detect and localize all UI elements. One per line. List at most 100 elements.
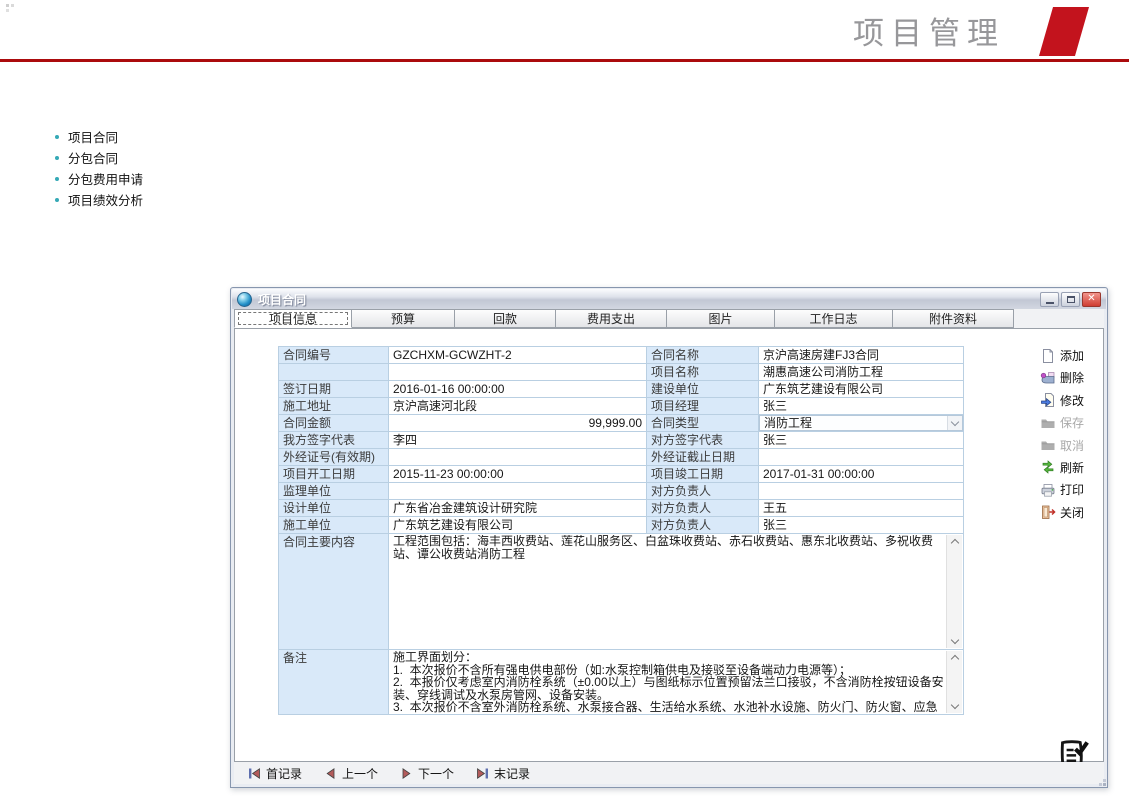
tab-expense[interactable]: 费用支出: [556, 309, 667, 328]
supervisor-field[interactable]: [389, 483, 647, 500]
field-label: 合同金额: [279, 415, 389, 432]
table-row: 合同金额 99,999.00 合同类型 消防工程: [279, 415, 964, 432]
scroll-down-button[interactable]: [947, 635, 962, 648]
maximize-button[interactable]: [1061, 292, 1080, 307]
site-address-field[interactable]: 京沪高速河北段: [389, 398, 647, 415]
table-row: 项目开工日期 2015-11-23 00:00:00 项目竣工日期 2017-0…: [279, 466, 964, 483]
field-label: 合同类型: [647, 415, 759, 432]
our-signer-field[interactable]: 李四: [389, 432, 647, 449]
scroll-up-button[interactable]: [947, 535, 962, 548]
nav-link-performance[interactable]: 项目绩效分析: [55, 189, 143, 210]
action-label: 刷新: [1060, 459, 1084, 476]
last-record-button[interactable]: 末记录: [476, 765, 530, 782]
their-signer-field[interactable]: 张三: [759, 432, 964, 449]
delete-icon: [1040, 370, 1056, 386]
contract-name-field[interactable]: 京沪高速房建FJ3合同: [759, 347, 964, 364]
tab-pictures[interactable]: 图片: [667, 309, 775, 328]
their-contact-field[interactable]: [759, 483, 964, 500]
project-manager-field[interactable]: 张三: [759, 398, 964, 415]
their-contact-field[interactable]: 张三: [759, 517, 964, 534]
previous-record-icon: [324, 767, 337, 780]
sign-date-field[interactable]: 2016-01-16 00:00:00: [389, 381, 647, 398]
table-row: 项目名称 潮惠高速公司消防工程: [279, 364, 964, 381]
print-icon: [1040, 482, 1056, 498]
scroll-up-button[interactable]: [947, 651, 962, 664]
remark-text: 施工界面划分： 1. 本次报价不含所有强电供电部份（如:水泵控制箱供电及接驳至设…: [393, 651, 945, 713]
chevron-down-icon: [951, 418, 959, 426]
field-label: 建设单位: [647, 381, 759, 398]
field-label: 合同名称: [647, 347, 759, 364]
tab-content-panel: 合同编号 GZCHXM-GCWZHT-2 合同名称 京沪高速房建FJ3合同 项目…: [234, 328, 1104, 762]
nav-link-subcontract-fee[interactable]: 分包费用申请: [55, 168, 143, 189]
field-label: 施工地址: [279, 398, 389, 415]
permit-end-field[interactable]: [759, 449, 964, 466]
design-unit-field[interactable]: 广东省冶金建筑设计研究院: [389, 500, 647, 517]
modify-button[interactable]: 修改: [1040, 392, 1122, 409]
field-label: 项目竣工日期: [647, 466, 759, 483]
main-content-box[interactable]: 工程范围包括：海丰西收费站、莲花山服务区、白盆珠收费站、赤石收费站、惠东北收费站…: [389, 534, 964, 650]
tab-bar: 项目信息 预算 回款 费用支出 图片 工作日志 附件资料: [234, 309, 1104, 328]
first-record-button[interactable]: 首记录: [248, 765, 302, 782]
next-record-icon: [400, 767, 413, 780]
page-title: 项目管理: [853, 8, 1005, 53]
resize-grip[interactable]: [1103, 783, 1106, 786]
close-icon: ✕: [1087, 294, 1095, 304]
empty-field[interactable]: [389, 364, 647, 381]
tab-attachments[interactable]: 附件资料: [893, 309, 1014, 328]
field-label: 施工单位: [279, 517, 389, 534]
window-body: 项目信息 预算 回款 费用支出 图片 工作日志 附件资料 合同编号 GZCHXM…: [234, 309, 1104, 784]
their-contact-field[interactable]: 王五: [759, 500, 964, 517]
contract-type-select[interactable]: 消防工程: [759, 415, 963, 431]
dropdown-button[interactable]: [947, 416, 962, 430]
builder-field[interactable]: 广东筑艺建设有限公司: [759, 381, 964, 398]
brand-red-shape: [1039, 7, 1089, 56]
contract-type-value: 消防工程: [764, 416, 947, 430]
start-date-field[interactable]: 2015-11-23 00:00:00: [389, 466, 647, 483]
field-label: 外经证截止日期: [647, 449, 759, 466]
finish-date-field[interactable]: 2017-01-31 00:00:00: [759, 466, 964, 483]
table-row: 施工单位 广东筑艺建设有限公司 对方负责人 张三: [279, 517, 964, 534]
cancel-button: 取消: [1040, 437, 1122, 454]
tab-budget[interactable]: 预算: [352, 309, 455, 328]
close-window-button[interactable]: 关闭: [1040, 504, 1122, 521]
construction-unit-field[interactable]: 广东筑艺建设有限公司: [389, 517, 647, 534]
action-label: 打印: [1060, 481, 1084, 498]
nav-link-label: 项目合同: [68, 127, 118, 146]
close-button[interactable]: ✕: [1082, 292, 1101, 307]
field-label: 设计单位: [279, 500, 389, 517]
corner-artifact: [6, 4, 9, 7]
remark-box[interactable]: 施工界面划分： 1. 本次报价不含所有强电供电部份（如:水泵控制箱供电及接驳至设…: [389, 650, 964, 715]
refresh-button[interactable]: 刷新: [1040, 459, 1122, 476]
action-label: 保存: [1060, 414, 1084, 431]
nav-link-project-contract[interactable]: 项目合同: [55, 126, 143, 147]
chevron-down-icon: [950, 636, 958, 644]
minimize-button[interactable]: [1040, 292, 1059, 307]
tab-payment[interactable]: 回款: [455, 309, 556, 328]
chevron-down-icon: [950, 701, 958, 709]
action-label: 修改: [1060, 392, 1084, 409]
contract-no-field[interactable]: GZCHXM-GCWZHT-2: [389, 347, 647, 364]
window-titlebar[interactable]: 项目合同 ✕: [232, 289, 1106, 309]
last-record-icon: [476, 767, 489, 780]
project-name-field[interactable]: 潮惠高速公司消防工程: [759, 364, 964, 381]
table-row: 签订日期 2016-01-16 00:00:00 建设单位 广东筑艺建设有限公司: [279, 381, 964, 398]
print-button[interactable]: 打印: [1040, 481, 1122, 498]
nav-link-subcontract[interactable]: 分包合同: [55, 147, 143, 168]
record-nav-label: 末记录: [494, 765, 530, 782]
permit-no-field[interactable]: [389, 449, 647, 466]
tab-worklog[interactable]: 工作日志: [775, 309, 893, 328]
next-record-button[interactable]: 下一个: [400, 765, 454, 782]
amount-field[interactable]: 99,999.00: [389, 415, 647, 432]
contract-form: 合同编号 GZCHXM-GCWZHT-2 合同名称 京沪高速房建FJ3合同 项目…: [278, 346, 964, 715]
delete-button[interactable]: 删除: [1040, 369, 1122, 386]
field-label: 我方签字代表: [279, 432, 389, 449]
scroll-down-button[interactable]: [947, 700, 962, 713]
contract-type-cell: 消防工程: [759, 415, 964, 432]
previous-record-button[interactable]: 上一个: [324, 765, 378, 782]
nav-link-label: 分包费用申请: [68, 169, 143, 188]
add-button[interactable]: 添加: [1040, 347, 1122, 364]
remark-scrollbar[interactable]: [946, 651, 962, 713]
main-content-scrollbar[interactable]: [946, 535, 962, 648]
tab-project-info[interactable]: 项目信息: [234, 309, 352, 328]
nav-link-label: 项目绩效分析: [68, 190, 143, 209]
